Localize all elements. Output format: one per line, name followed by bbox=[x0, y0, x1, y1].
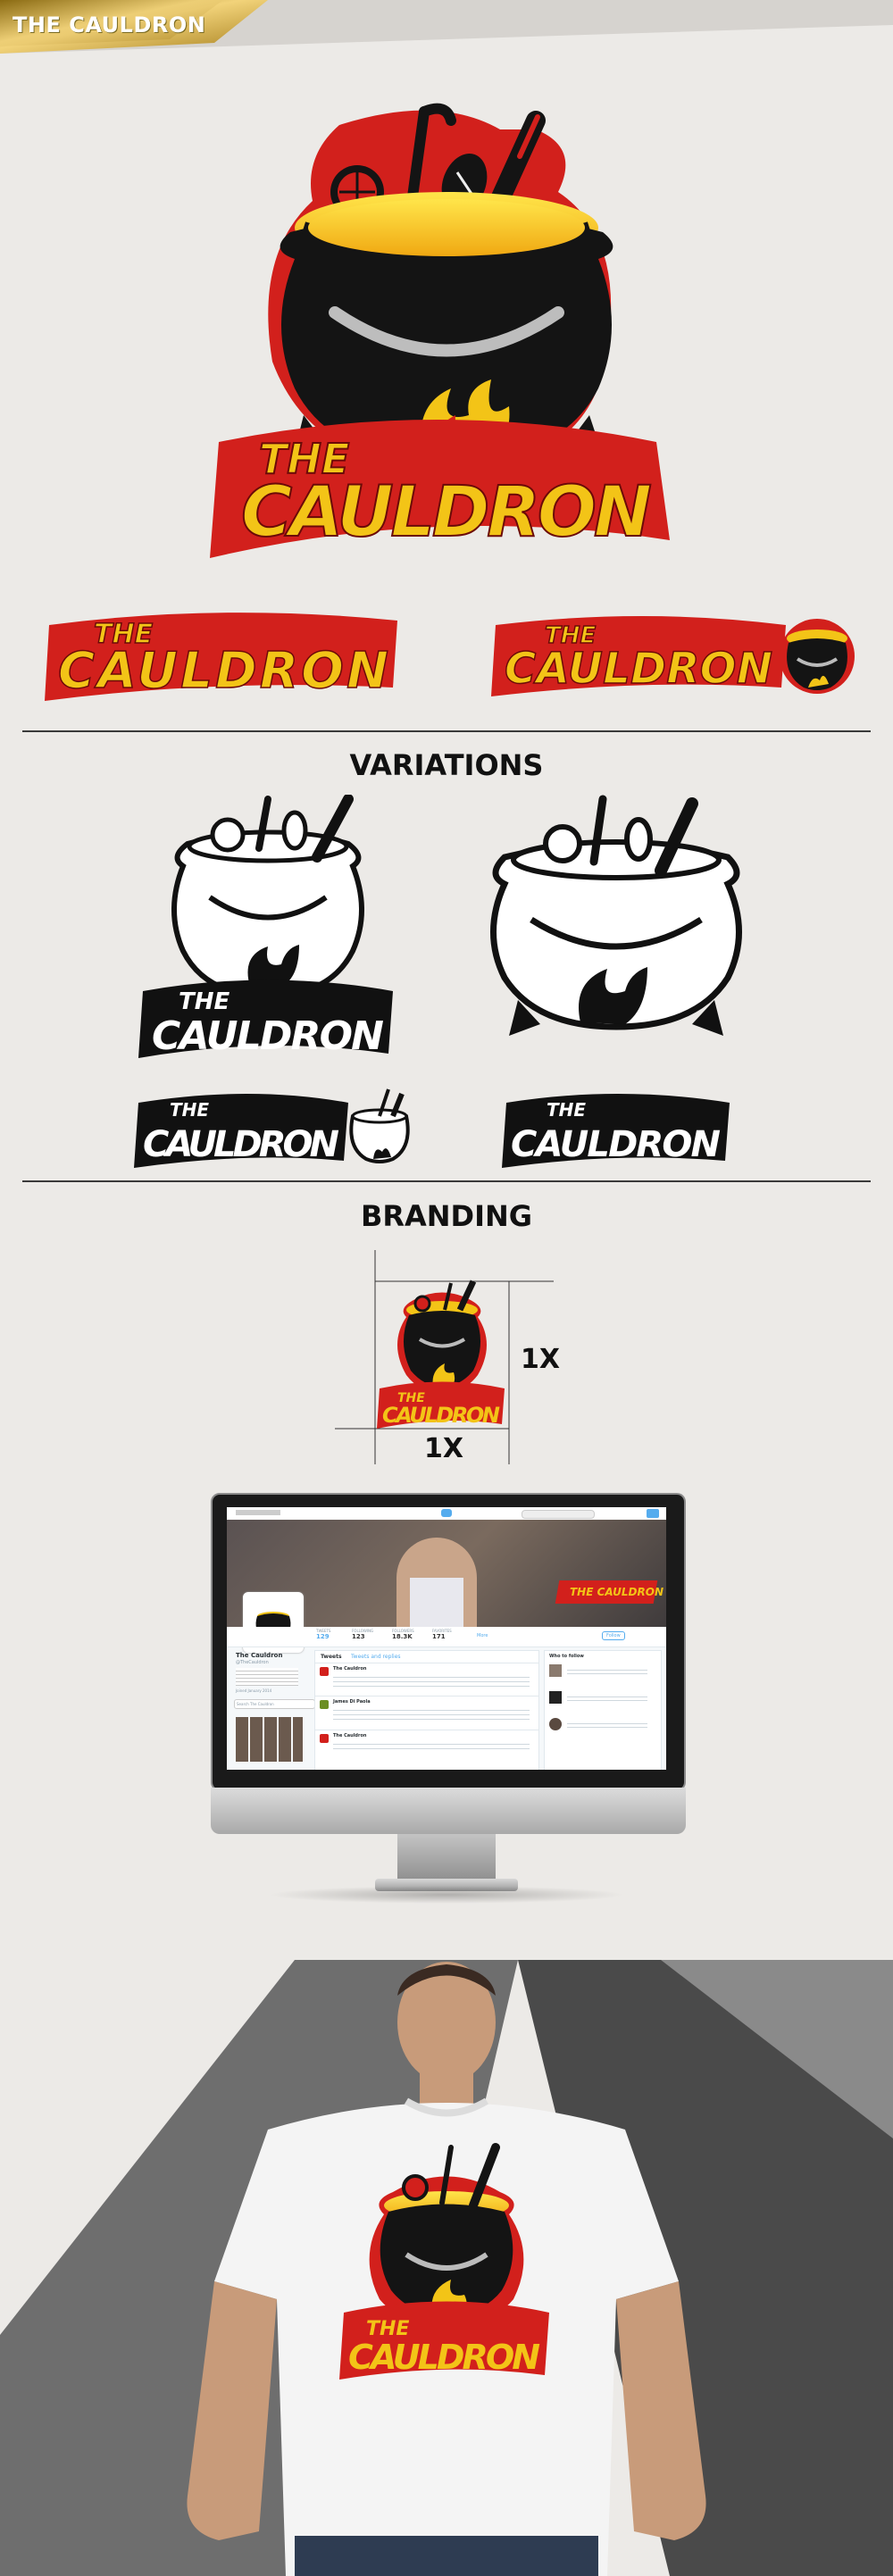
tweet-avatar[interactable] bbox=[320, 1667, 329, 1676]
photo-grid[interactable] bbox=[236, 1717, 303, 1762]
logo-word-the: THE bbox=[547, 1099, 586, 1121]
tweet-text bbox=[333, 1706, 530, 1722]
stat-tweets[interactable]: TWEETS 129 bbox=[316, 1629, 334, 1640]
cover-logo: THE CAULDRON bbox=[555, 1573, 663, 1609]
logo-word-cauldron: CAULDRON bbox=[348, 2338, 540, 2377]
logo-word-cauldron: CAULDRON bbox=[143, 1124, 339, 1165]
tweet-author[interactable]: The Cauldron bbox=[333, 1666, 366, 1671]
logo-word-cauldron: CAULDRON bbox=[511, 1124, 721, 1165]
join-date: Joined January 2014 bbox=[236, 1688, 272, 1693]
jersey bbox=[410, 1578, 463, 1627]
logo-word-the: THE bbox=[179, 988, 230, 1015]
tweet-button[interactable] bbox=[647, 1509, 659, 1518]
monitor-chin bbox=[211, 1788, 686, 1834]
profile-name: The Cauldron bbox=[236, 1652, 283, 1659]
tweet-author[interactable]: James Di Paola bbox=[333, 1699, 371, 1705]
main-logo: THE CAULDRON bbox=[210, 103, 670, 558]
logo-word-cauldron: CAULDRON bbox=[241, 472, 652, 553]
nav-links[interactable] bbox=[236, 1510, 280, 1515]
monitor-shadow bbox=[268, 1886, 625, 1904]
tweet-text bbox=[333, 1740, 530, 1753]
tshirt-section: THE CAULDRON bbox=[0, 1960, 893, 2576]
logo-word-the: THE bbox=[170, 1099, 209, 1121]
suggestion-avatar[interactable] bbox=[549, 1718, 562, 1730]
follow-button[interactable]: Follow bbox=[602, 1631, 625, 1640]
profile-stats-bar: TWEETS 129 FOLLOWING 123 FOLLOWERS 18.3K… bbox=[227, 1627, 666, 1647]
section-title-variations: VARIATIONS bbox=[349, 748, 544, 782]
stat-following[interactable]: FOLLOWING 123 bbox=[352, 1629, 375, 1640]
logo-word-cauldron: CAULDRON bbox=[382, 1403, 500, 1428]
profile-handle[interactable]: @TheCauldron bbox=[236, 1660, 269, 1665]
profile-search[interactable]: Search The Cauldron bbox=[234, 1699, 315, 1709]
height-label: 1X bbox=[521, 1344, 561, 1375]
twitter-screen: THE CAULDRON TWEETS 129 FOLLOWING 123 FO… bbox=[227, 1507, 666, 1770]
logo-word-cauldron: CAULDRON bbox=[152, 1013, 384, 1059]
tweet-author[interactable]: The Cauldron bbox=[333, 1733, 366, 1738]
monitor-stand-neck bbox=[397, 1834, 496, 1883]
search-input[interactable] bbox=[522, 1510, 595, 1519]
tab-tweets[interactable]: Tweets bbox=[321, 1654, 342, 1660]
tweet-text bbox=[333, 1673, 530, 1689]
tweet-avatar[interactable] bbox=[320, 1700, 329, 1709]
logo-word-cauldron: CAULDRON bbox=[58, 642, 388, 700]
suggestion-avatar[interactable] bbox=[549, 1664, 562, 1677]
more-menu[interactable]: More bbox=[477, 1633, 488, 1638]
outline-wordmark-pot: THE CAULDRON bbox=[134, 1088, 410, 1168]
outline-pot-logo bbox=[490, 795, 742, 1036]
stat-followers[interactable]: FOLLOWERS 18.3K bbox=[392, 1629, 415, 1640]
cauldron-icon bbox=[349, 1088, 410, 1163]
tweet-avatar[interactable] bbox=[320, 1734, 329, 1743]
who-to-follow-title: Who to follow bbox=[549, 1654, 584, 1659]
section-title-branding: BRANDING bbox=[360, 1199, 533, 1233]
tab-tweets-replies[interactable]: Tweets and replies bbox=[351, 1654, 401, 1660]
outline-logo: THE CAULDRON bbox=[138, 795, 393, 1059]
suggestion-avatar[interactable] bbox=[549, 1691, 562, 1704]
logo-word-cauldron: CAULDRON bbox=[505, 644, 772, 694]
clearspace-logo: THE CAULDRON bbox=[377, 1280, 505, 1429]
wordmark-pot-logo: THE CAULDRON bbox=[491, 616, 855, 696]
cauldron-icon bbox=[780, 619, 855, 694]
page-title: THE CAULDRON bbox=[13, 13, 206, 38]
wordmark-logo: THE CAULDRON bbox=[45, 613, 397, 701]
who-to-follow: Who to follow bbox=[544, 1650, 662, 1770]
twitter-bird-icon bbox=[441, 1509, 452, 1517]
stat-favorites[interactable]: FAVORITES 171 bbox=[432, 1629, 455, 1640]
section-divider bbox=[22, 1180, 871, 1182]
outline-wordmark: THE CAULDRON bbox=[502, 1094, 730, 1168]
timeline: Tweets Tweets and replies The Cauldron J… bbox=[314, 1650, 539, 1770]
twitter-top-nav bbox=[227, 1507, 666, 1521]
profile-bio bbox=[236, 1668, 298, 1686]
width-label: 1X bbox=[424, 1433, 464, 1464]
section-divider bbox=[22, 730, 871, 732]
